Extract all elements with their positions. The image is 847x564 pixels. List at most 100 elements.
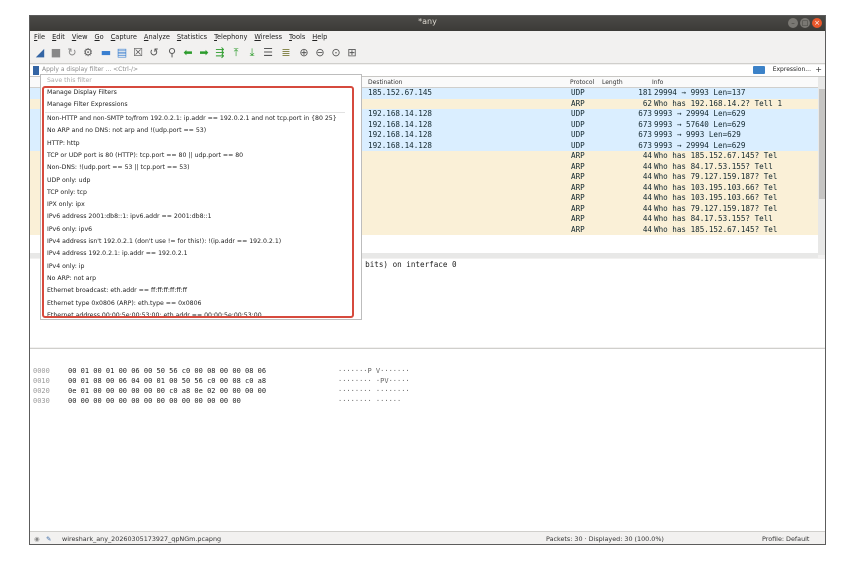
packet-protocol: ARP: [571, 98, 585, 108]
packet-destination: 192.168.14.128: [368, 109, 433, 118]
resize-columns-icon[interactable]: ⊞: [346, 47, 358, 59]
close-icon[interactable]: ×: [812, 18, 822, 28]
open-folder-icon[interactable]: ▬: [100, 47, 112, 59]
menu-statistics[interactable]: Statistics: [173, 31, 210, 41]
hex-bytes: 00 01 08 00 06 04 00 01 00 50 56 c0 00 0…: [68, 377, 267, 385]
packet-info: 9993 → 57640 Len=629: [654, 119, 746, 129]
last-packet-icon[interactable]: ⤓: [246, 47, 258, 59]
column-destination[interactable]: Destination: [368, 79, 402, 86]
maximize-icon[interactable]: □: [800, 18, 810, 28]
packet-info: Who has 103.195.103.66? Tel: [654, 193, 778, 202]
menu-view[interactable]: View: [68, 31, 91, 41]
restart-icon[interactable]: ↻: [66, 47, 78, 59]
stop-icon[interactable]: ■: [50, 47, 62, 59]
normal-size-icon[interactable]: ⊙: [330, 47, 342, 59]
first-packet-icon[interactable]: ⤒: [230, 47, 242, 59]
packet-length: 673: [638, 109, 652, 118]
packet-info: Who has 79.127.159.187? Tel: [654, 203, 778, 213]
packet-info: Who has 192.168.14.2? Tell 1: [654, 98, 783, 108]
zoom-in-icon[interactable]: ⊕: [298, 47, 310, 59]
packet-protocol: ARP: [571, 161, 585, 171]
packet-length: 44: [642, 151, 652, 160]
packet-protocol: UDP: [571, 119, 585, 129]
go-to-packet-icon[interactable]: ⇶: [214, 47, 226, 59]
packet-protocol: ARP: [571, 151, 585, 160]
menu-file[interactable]: File: [30, 31, 48, 41]
shark-fin-icon[interactable]: ◢: [34, 47, 46, 59]
scrollbar-thumb[interactable]: [819, 89, 825, 199]
packet-length: 44: [642, 161, 652, 171]
details-frame-line[interactable]: 6 bits) on interface 0: [356, 260, 457, 269]
packet-length: 44: [642, 214, 652, 223]
hex-bytes: 00 01 00 01 00 06 00 50 56 c0 00 08 00 0…: [68, 367, 267, 375]
packet-info: 9993 → 29994 Len=629: [654, 140, 746, 150]
packet-protocol: ARP: [571, 214, 585, 223]
packet-info: Who has 185.152.67.145? Tel: [654, 151, 778, 160]
hex-offset: 0030: [33, 397, 50, 405]
hex-offset: 0010: [33, 377, 50, 385]
packet-bytes: 0000 00 01 00 01 00 06 00 50 56 c0 00 08 …: [30, 348, 825, 532]
packet-length: 44: [642, 182, 652, 192]
forward-arrow-icon[interactable]: ➡: [198, 47, 210, 59]
menu-go[interactable]: Go: [91, 31, 107, 41]
find-icon[interactable]: ⚲: [166, 47, 178, 59]
packet-length: 44: [642, 193, 652, 202]
colorize-icon[interactable]: ≣: [280, 47, 292, 59]
packet-length: 673: [638, 140, 652, 150]
close-file-icon[interactable]: ☒: [132, 47, 144, 59]
highlight-box: [42, 86, 354, 318]
packet-protocol: ARP: [571, 182, 585, 192]
menu-wireless[interactable]: Wireless: [250, 31, 285, 41]
column-info[interactable]: Info: [652, 79, 663, 86]
minimize-icon[interactable]: –: [788, 18, 798, 28]
packet-length: 44: [642, 203, 652, 213]
packet-info: Who has 79.127.159.187? Tel: [654, 172, 778, 181]
packet-protocol: ARP: [571, 193, 585, 202]
packet-protocol: ARP: [571, 203, 585, 213]
packet-list-scrollbar[interactable]: [818, 77, 825, 255]
menu-save-this-filter[interactable]: Save this filter: [47, 77, 92, 84]
packet-count: Packets: 30 · Displayed: 30 (100.0%): [546, 535, 664, 543]
bookmark-icon[interactable]: [33, 66, 39, 75]
title-bar: *any – □ ×: [30, 16, 825, 31]
packet-length: 62: [642, 98, 652, 108]
packet-length: 44: [642, 224, 652, 234]
menu-edit[interactable]: Edit: [48, 31, 68, 41]
capture-file-name: wireshark_any_20260305173927_qpNGm.pcapn…: [62, 535, 222, 543]
save-file-icon[interactable]: ▤: [116, 47, 128, 59]
profile-label[interactable]: Profile: Default: [762, 535, 809, 543]
menu-capture[interactable]: Capture: [107, 31, 140, 41]
hex-offset: 0000: [33, 367, 50, 375]
status-ready-icon[interactable]: ◉: [34, 535, 40, 543]
apply-filter-button[interactable]: [753, 66, 765, 74]
menu-tools[interactable]: Tools: [285, 31, 308, 41]
packet-protocol: UDP: [571, 140, 585, 150]
expression-button[interactable]: Expression...: [773, 66, 811, 73]
zoom-out-icon[interactable]: ⊖: [314, 47, 326, 59]
packet-protocol: UDP: [571, 88, 585, 97]
packet-info: Who has 103.195.103.66? Tel: [654, 182, 778, 192]
hex-ascii: ········ ······: [338, 397, 402, 405]
display-filter-input[interactable]: Apply a display filter ... <Ctrl-/>: [42, 66, 138, 73]
column-length[interactable]: Length: [602, 79, 623, 86]
hex-bytes: 0e 01 00 00 00 00 00 00 c0 a8 0e 02 00 0…: [68, 387, 267, 395]
menu-bar: File Edit View Go Capture Analyze Statistics Te…: [30, 31, 825, 44]
status-bar: ◉ ✎ wireshark_any_20260305173927_qpNGm.p…: [30, 531, 825, 544]
back-arrow-icon[interactable]: ⬅: [182, 47, 194, 59]
column-protocol[interactable]: Protocol: [570, 79, 594, 86]
menu-telephony[interactable]: Telephony: [210, 31, 250, 41]
packet-protocol: UDP: [571, 130, 585, 139]
autoscroll-icon[interactable]: ☰: [262, 47, 274, 59]
packet-info: 9993 → 9993 Len=629: [654, 130, 741, 139]
edit-comment-icon[interactable]: ✎: [46, 535, 51, 543]
menu-help[interactable]: Help: [308, 31, 330, 41]
options-gear-icon[interactable]: ⚙: [82, 47, 94, 59]
packet-destination: 185.152.67.145: [368, 88, 433, 97]
packet-destination: 192.168.14.128: [368, 119, 433, 129]
window-title: *any: [418, 17, 437, 26]
reload-icon[interactable]: ↺: [148, 47, 160, 59]
hex-ascii: ·······P V·······: [338, 367, 410, 375]
menu-analyze[interactable]: Analyze: [140, 31, 173, 41]
add-button[interactable]: +: [815, 65, 822, 74]
hex-ascii: ········ ········: [338, 387, 410, 395]
